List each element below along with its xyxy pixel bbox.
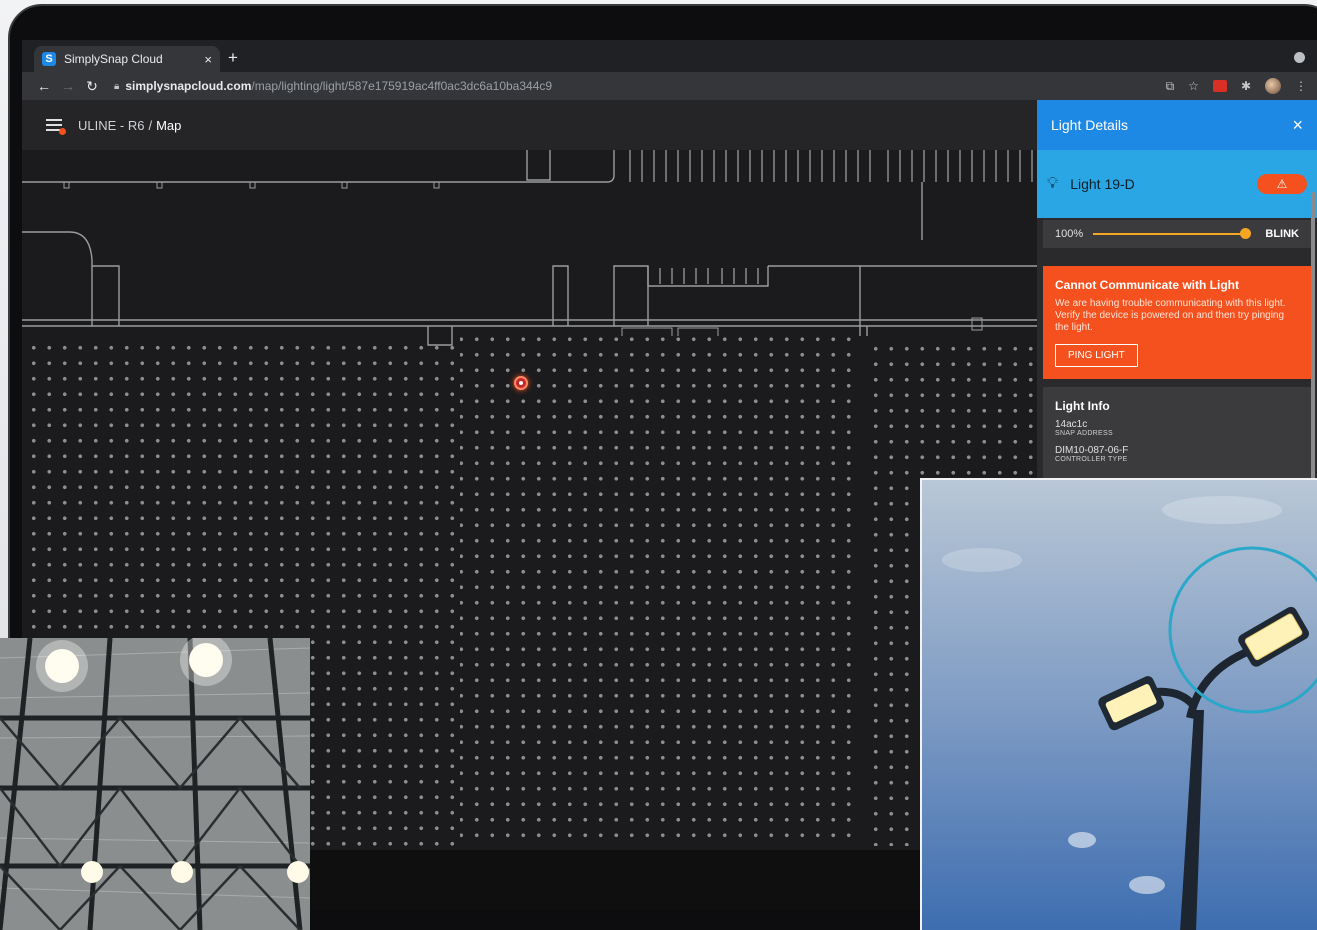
offline-status-badge[interactable]: ⚠︎ <box>1257 174 1307 194</box>
floor-plan-walls <box>22 150 1037 350</box>
hamburger-menu-icon[interactable] <box>46 119 66 135</box>
breadcrumb-site[interactable]: ULINE - R6 <box>78 118 144 133</box>
light-name: Light 19-D <box>1070 176 1135 192</box>
extensions-puzzle-icon[interactable]: ✱ <box>1241 79 1251 93</box>
street-light-illustration <box>922 480 1317 930</box>
tab-title: SimplySnap Cloud <box>64 52 163 66</box>
kebab-menu-icon[interactable]: ⋮ <box>1295 79 1307 93</box>
street-light-photo <box>920 478 1317 930</box>
chrome-menu-circle-icon[interactable] <box>1294 52 1305 63</box>
warehouse-ceiling-illustration <box>0 638 310 930</box>
breadcrumb-page: Map <box>156 117 182 133</box>
reload-icon[interactable]: ↻ <box>80 78 104 95</box>
selected-light-marker[interactable] <box>514 376 528 390</box>
lock-icon[interactable]: 🔒︎ <box>114 81 119 92</box>
alert-title: Cannot Communicate with Light <box>1055 278 1239 292</box>
no-signal-icon: ⚠︎ <box>1276 177 1288 191</box>
blink-button[interactable]: BLINK <box>1265 228 1299 240</box>
simplysnap-favicon-icon: S <box>42 52 56 66</box>
open-external-icon[interactable]: ⧉ <box>1166 79 1175 94</box>
light-fixture-grid-center[interactable] <box>460 336 880 846</box>
browser-tab[interactable]: S SimplySnap Cloud × <box>34 46 220 72</box>
dim-slider[interactable] <box>1093 228 1252 239</box>
lightbulb-icon: 💡︎ <box>1047 175 1059 192</box>
warehouse-ceiling-photo <box>0 638 310 930</box>
bookmark-star-icon[interactable]: ☆ <box>1188 79 1199 93</box>
notification-dot <box>59 128 66 135</box>
forward-arrow-icon[interactable]: → <box>56 78 80 94</box>
snap-address-label: SNAP ADDRESS <box>1055 430 1113 437</box>
controller-type-label: CONTROLLER TYPE <box>1055 456 1128 463</box>
back-arrow-icon[interactable]: ← <box>32 78 56 94</box>
browser-toolbar-icons: ⧉ ☆ ✱ ⋮ <box>1166 78 1307 94</box>
dim-level-value: 100% <box>1055 228 1084 240</box>
snap-address-value: 14ac1c <box>1055 419 1088 430</box>
panel-title: Light Details <box>1051 117 1129 133</box>
new-tab-button[interactable]: + <box>228 48 238 68</box>
close-icon[interactable]: × <box>1292 115 1303 136</box>
url-host[interactable]: simplysnapcloud.com <box>125 79 251 93</box>
dimmer-control: 100% BLINK <box>1043 220 1311 248</box>
slider-knob[interactable] <box>1240 228 1252 239</box>
close-tab-icon[interactable]: × <box>204 52 212 67</box>
panel-scrollbar[interactable] <box>1311 192 1315 522</box>
url-path[interactable]: /map/lighting/light/587e175919ac4ff0ac3d… <box>251 79 552 93</box>
ping-light-button[interactable]: PING LIGHT <box>1055 344 1138 367</box>
browser-tab-bar: S SimplySnap Cloud × + <box>22 40 1317 72</box>
alert-message: We are having trouble communicating with… <box>1055 298 1286 333</box>
breadcrumb-separator: / <box>148 117 153 133</box>
extension-badge-icon[interactable] <box>1212 80 1227 92</box>
marketing-composite: S SimplySnap Cloud × + ← → ↻ 🔒︎ simplysn… <box>0 0 1317 930</box>
light-summary-row: 💡︎ Light 19-D ⚠︎ <box>1037 150 1317 218</box>
panel-header: Light Details × <box>1037 100 1317 150</box>
profile-avatar[interactable] <box>1265 78 1281 94</box>
controller-type-value: DIM10-087-06-F <box>1055 445 1129 456</box>
address-bar: ← → ↻ 🔒︎ simplysnapcloud.com /map/lighti… <box>22 72 1317 100</box>
info-title: Light Info <box>1055 399 1110 413</box>
communication-error-alert: Cannot Communicate with Light We are hav… <box>1043 266 1311 379</box>
